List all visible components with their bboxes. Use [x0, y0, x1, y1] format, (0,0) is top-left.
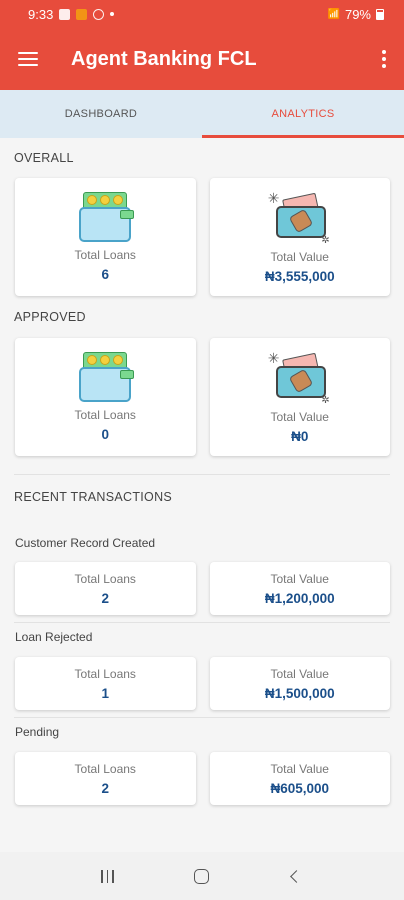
- overall-total-value-card[interactable]: ✳ ✲ Total Value ₦3,555,000: [209, 178, 390, 296]
- more-vert-icon[interactable]: [378, 46, 390, 72]
- approved-cards: Total Loans 0 ✳ ✲ Total Value ₦0: [0, 338, 404, 456]
- total-loans-label: Total Loans: [74, 761, 136, 776]
- wallet-icon: [79, 352, 135, 402]
- total-loans-value: 1: [101, 685, 109, 701]
- total-loans-label: Total Loans: [74, 571, 136, 586]
- total-value-card[interactable]: Total Value ₦605,000: [209, 752, 390, 805]
- total-value-card[interactable]: Total Value ₦1,500,000: [209, 657, 390, 710]
- section-title-recent-transactions: RECENT TRANSACTIONS: [14, 490, 173, 504]
- menu-icon[interactable]: [18, 52, 38, 66]
- total-value-label: Total Value: [270, 666, 329, 681]
- total-value-amount: ₦1,200,000: [264, 590, 335, 606]
- total-value-label: Total Value: [270, 761, 329, 776]
- battery-icon: [376, 8, 384, 20]
- section-title-approved: APPROVED: [14, 310, 86, 324]
- total-loans-label: Total Loans: [74, 666, 136, 681]
- total-value-label: Total Value: [270, 410, 329, 424]
- group-divider: [14, 622, 390, 623]
- total-value-amount: ₦0: [291, 429, 309, 444]
- battery-percent: 79%: [344, 6, 371, 22]
- tab-dashboard[interactable]: DASHBOARD: [0, 90, 202, 138]
- total-value-amount: ₦3,555,000: [264, 269, 335, 284]
- section-title-overall: OVERALL: [14, 151, 74, 165]
- total-loans-value: 2: [101, 590, 109, 606]
- total-loans-value: 6: [101, 267, 109, 282]
- status-right: 📶 79%: [328, 7, 384, 22]
- phone-payment-icon: ✳ ✲: [267, 190, 330, 246]
- total-value-card[interactable]: Total Value ₦1,200,000: [209, 562, 390, 615]
- status-left: 9:33: [28, 6, 115, 22]
- pending-cards: Total Loans 2 Total Value ₦605,000: [0, 752, 404, 805]
- whatsapp-notification-icon: [93, 8, 105, 20]
- group-label-loan-rejected: Loan Rejected: [15, 630, 93, 644]
- total-loans-label: Total Loans: [74, 248, 136, 262]
- total-value-label: Total Value: [270, 571, 329, 586]
- app-title: Agent Banking FCL: [71, 47, 257, 70]
- back-icon[interactable]: [277, 861, 317, 891]
- group-divider: [14, 717, 390, 718]
- total-loans-card[interactable]: Total Loans 2: [15, 562, 196, 615]
- total-loans-value: 0: [101, 427, 109, 442]
- app-notification-icon: [76, 8, 88, 20]
- status-time: 9:33: [28, 6, 54, 22]
- system-navigation-bar: [0, 852, 404, 900]
- gallery-notification-icon: [59, 8, 71, 20]
- group-label-pending: Pending: [15, 725, 60, 739]
- group-label-customer-record-created: Customer Record Created: [15, 536, 156, 550]
- total-value-amount: ₦605,000: [270, 780, 330, 796]
- overall-total-loans-card[interactable]: Total Loans 6: [15, 178, 196, 296]
- volte-icon: 📶: [327, 8, 340, 20]
- phone-payment-icon: ✳ ✲: [267, 350, 330, 406]
- status-bar: 9:33 📶 79%: [0, 0, 404, 28]
- section-divider: [14, 474, 390, 475]
- app-bar: Agent Banking FCL: [0, 28, 404, 90]
- customer-record-created-cards: Total Loans 2 Total Value ₦1,200,000: [0, 562, 404, 615]
- recent-apps-icon[interactable]: [87, 861, 127, 891]
- overall-cards: Total Loans 6 ✳ ✲ Total Value ₦3,555,000: [0, 178, 404, 296]
- more-notifications-icon: [110, 12, 115, 16]
- total-loans-value: 2: [101, 780, 109, 796]
- approved-total-value-card[interactable]: ✳ ✲ Total Value ₦0: [209, 338, 390, 456]
- total-loans-label: Total Loans: [74, 408, 136, 422]
- total-loans-card[interactable]: Total Loans 2: [15, 752, 196, 805]
- wallet-icon: [79, 192, 135, 242]
- tab-analytics[interactable]: ANALYTICS: [202, 90, 404, 138]
- home-icon[interactable]: [182, 861, 222, 891]
- total-value-label: Total Value: [270, 250, 329, 264]
- approved-total-loans-card[interactable]: Total Loans 0: [15, 338, 196, 456]
- total-value-amount: ₦1,500,000: [264, 685, 335, 701]
- tab-bar: DASHBOARD ANALYTICS: [0, 90, 404, 138]
- loan-rejected-cards: Total Loans 1 Total Value ₦1,500,000: [0, 657, 404, 710]
- total-loans-card[interactable]: Total Loans 1: [15, 657, 196, 710]
